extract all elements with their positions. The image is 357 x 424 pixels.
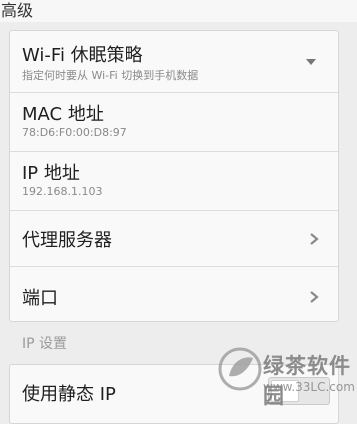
proxy-server-label: 代理服务器 [22,230,112,251]
port-label: 端口 [22,288,58,309]
ip-address-row: IP 地址 192.168.1.103 [10,152,338,210]
page-title: 高级 [1,1,34,20]
advanced-settings-card: Wi-Fi 休眠策略 指定何时要从 Wi-Fi 切换到手机数据 MAC 地址 7… [9,30,339,322]
chevron-right-icon [310,233,319,245]
chevron-right-icon [310,291,319,303]
mac-address-row: MAC 地址 78:D6:F0:00:D8:97 [10,93,338,151]
leaf-logo-icon [218,347,262,391]
chevron-down-icon[interactable] [306,59,316,65]
ip-address-label: IP 地址 [22,163,80,184]
ip-settings-section-header: IP 设置 [22,336,68,352]
ip-address-value: 192.168.1.103 [22,185,103,198]
wifi-sleep-policy-label: Wi-Fi 休眠策略 [22,45,143,66]
wifi-sleep-policy-summary: 指定何时要从 Wi-Fi 切换到手机数据 [22,69,199,82]
wifi-sleep-policy-row[interactable]: Wi-Fi 休眠策略 指定何时要从 Wi-Fi 切换到手机数据 [10,31,338,92]
watermark-url: www.33LC.com [263,380,355,394]
static-ip-label: 使用静态 IP [22,384,116,405]
mac-address-value: 78:D6:F0:00:D8:97 [22,126,127,139]
watermark: 绿茶软件园 www.33LC.com [215,340,357,408]
top-bar: 高级 [0,0,357,22]
proxy-server-row[interactable]: 代理服务器 [10,211,338,266]
mac-address-label: MAC 地址 [22,104,104,125]
port-row[interactable]: 端口 [10,267,338,322]
